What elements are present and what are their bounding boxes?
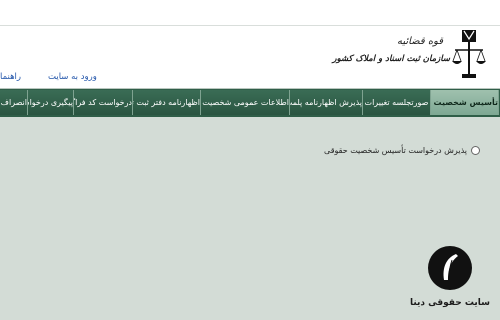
tab-universal-code-request[interactable]: درخواست کد فراگیر	[74, 90, 133, 115]
logo-bottom-text: سازمان ثبت اسناد و املاک کشور	[332, 54, 450, 64]
radio-option-label: پذیرش درخواست تأسیس شخصیت حقوقی	[324, 146, 467, 155]
tab-change-minutes[interactable]: صورتجلسه تغییرات	[363, 90, 431, 115]
radio-button[interactable]	[471, 146, 480, 155]
help-link[interactable]: راهنما	[0, 72, 21, 82]
login-link[interactable]: ورود به سایت	[48, 72, 97, 82]
tab-entity-public-info[interactable]: اطلاعات عمومی شخصیت حقوقی	[201, 90, 290, 115]
main-tab-bar: تأسیس شخصیت حقوقی صورتجلسه تغییرات پذیرش…	[0, 89, 500, 117]
tab-ledger-seal-declaration[interactable]: پذیرش اظهارنامه پلمپ دفاتر قانونی	[290, 90, 363, 115]
page-header: ورود به سایت راهنما قوه قضائیه سازمان ثب…	[0, 0, 500, 89]
watermark-quill-icon	[428, 246, 472, 290]
radio-option[interactable]: پذیرش درخواست تأسیس شخصیت حقوقی	[324, 146, 480, 155]
header-divider	[0, 25, 500, 26]
tab-establish-legal-entity[interactable]: تأسیس شخصیت حقوقی	[431, 90, 499, 115]
watermark: سایت حقوقی دینا	[400, 236, 500, 320]
watermark-text: سایت حقوقی دینا	[409, 298, 491, 308]
logo-top-text: قوه قضائیه	[396, 36, 444, 47]
tab-trade-register-declaration[interactable]: اظهارنامه دفتر ثبت تجارتی	[133, 90, 201, 115]
scales-of-justice-icon	[452, 30, 486, 78]
tab-request-tracking[interactable]: پیگیری درخواست	[28, 90, 74, 115]
tab-withdraw[interactable]: انصراف از	[0, 90, 28, 115]
registry-logo: قوه قضائیه سازمان ثبت اسناد و املاک کشور	[332, 30, 488, 82]
